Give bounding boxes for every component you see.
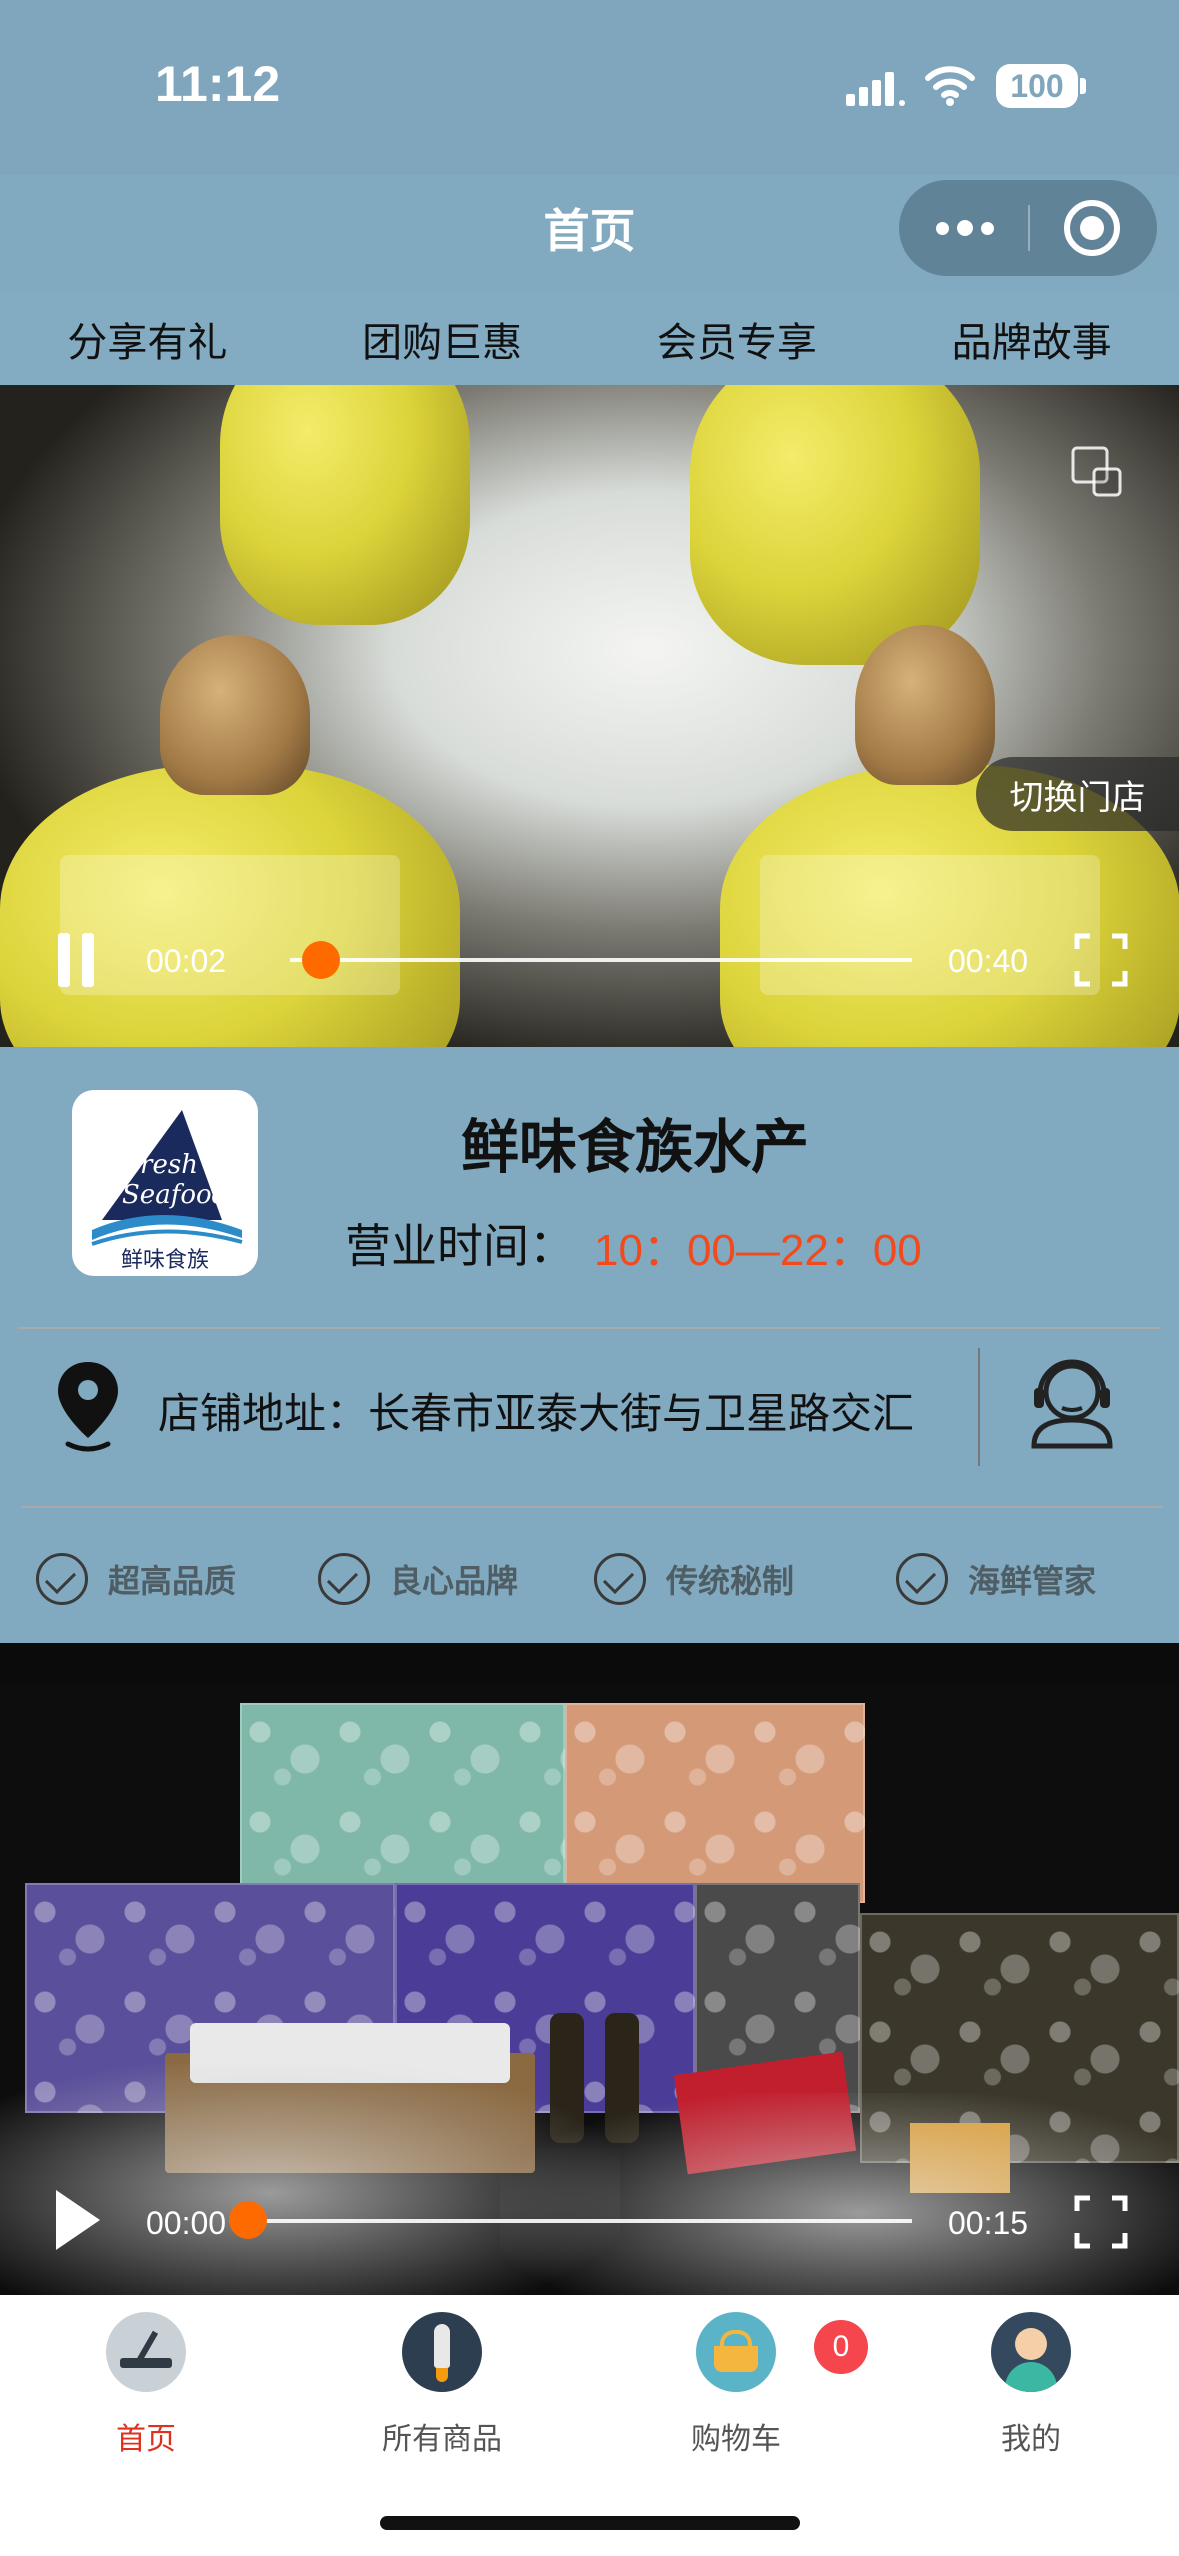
category-tabs: 分享有礼 团购巨惠 会员专享 品牌故事 <box>0 293 1179 385</box>
tabbar-item-profile[interactable]: 我的 <box>941 2312 1121 2458</box>
fullscreen-icon[interactable] <box>1074 933 1128 987</box>
tab-brand-story[interactable]: 品牌故事 <box>884 293 1179 385</box>
feature-label: 超高品质 <box>108 1562 237 1600</box>
close-icon[interactable] <box>1064 200 1120 256</box>
switch-store-button[interactable]: 切换门店 <box>976 757 1179 831</box>
home-icon <box>106 2312 186 2392</box>
tabbar-item-cart[interactable]: 购物车 <box>646 2312 826 2458</box>
home-indicator <box>380 2516 800 2530</box>
cart-count-badge: 0 <box>814 2320 868 2374</box>
divider <box>18 1327 1161 1329</box>
cart-icon <box>696 2312 776 2392</box>
video1-progress-track[interactable] <box>290 958 912 962</box>
vertical-divider <box>978 1348 980 1466</box>
battery-indicator: 100 <box>996 64 1078 108</box>
tab-share-gift[interactable]: 分享有礼 <box>0 293 295 385</box>
tabbar-item-all-products[interactable]: 所有商品 <box>352 2312 532 2458</box>
jar-label <box>760 855 1100 995</box>
tab-group-buy[interactable]: 团购巨惠 <box>295 293 590 385</box>
battery-tip <box>1080 78 1086 94</box>
feature-seafood-butler: 海鲜管家 <box>896 1553 1096 1605</box>
video2-progress-knob[interactable] <box>229 2201 267 2239</box>
divider <box>22 1506 1163 1508</box>
check-circle-icon <box>594 1553 646 1605</box>
feature-label: 传统秘制 <box>666 1562 795 1600</box>
logo-text-cn: 鲜味食族 <box>120 1248 209 1273</box>
hours-value: 10：00—22：00 <box>594 1226 922 1275</box>
customer-service-icon[interactable] <box>1022 1350 1122 1450</box>
video1-progress-knob[interactable] <box>302 941 341 979</box>
product-jar-image <box>220 385 470 625</box>
signal-icon <box>846 72 905 106</box>
rocket-icon <box>402 2312 482 2392</box>
video1-current-time: 00:02 <box>146 943 227 979</box>
hours-label: 营业时间： <box>345 1219 575 1273</box>
check-circle-icon <box>896 1553 948 1605</box>
buddha-lid-image <box>855 625 995 785</box>
feature-high-quality: 超高品质 <box>36 1553 236 1605</box>
product-jar-image <box>690 385 980 665</box>
gift-box-image <box>240 1703 565 1903</box>
store-name: 鲜味食族水产 <box>460 1113 809 1181</box>
store-address[interactable]: 店铺地址：长春市亚泰大街与卫星路交汇 <box>158 1380 918 1441</box>
smoke-effect <box>500 2093 1179 2295</box>
gift-box-image <box>565 1703 865 1903</box>
tab-member-exclusive[interactable]: 会员专享 <box>590 293 885 385</box>
tabbar-label: 首页 <box>116 2422 176 2457</box>
capsule-divider <box>1028 205 1030 251</box>
tabbar-label: 所有商品 <box>382 2422 502 2457</box>
video2-progress-track[interactable] <box>248 2219 912 2223</box>
fullscreen-icon[interactable] <box>1074 2195 1128 2249</box>
status-time: 11:12 <box>155 56 281 112</box>
feature-traditional-recipe: 传统秘制 <box>594 1553 794 1605</box>
picture-in-picture-icon[interactable] <box>1070 445 1124 499</box>
feature-conscience-brand: 良心品牌 <box>318 1553 518 1605</box>
video2-current-time: 00:00 <box>146 2205 227 2241</box>
tabbar-item-home[interactable]: 首页 <box>56 2312 236 2458</box>
check-circle-icon <box>318 1553 370 1605</box>
feature-label: 海鲜管家 <box>968 1562 1097 1600</box>
buddha-lid-image <box>160 635 310 795</box>
check-circle-icon <box>36 1553 88 1605</box>
profile-icon <box>991 2312 1071 2392</box>
video2-duration: 00:15 <box>948 2205 1029 2241</box>
pause-icon[interactable] <box>58 933 70 987</box>
location-pin-icon[interactable] <box>54 1358 122 1454</box>
wifi-icon <box>925 66 975 106</box>
feature-label: 良心品牌 <box>390 1562 519 1600</box>
video-letterbox <box>0 1643 1179 1683</box>
pause-icon[interactable] <box>82 933 94 987</box>
product-video-player[interactable] <box>0 1643 1179 2295</box>
tabbar-label: 购物车 <box>691 2422 781 2457</box>
tabbar-label: 我的 <box>1001 2422 1061 2457</box>
more-icon[interactable] <box>935 210 995 246</box>
video1-duration: 00:40 <box>948 943 1029 979</box>
play-icon[interactable] <box>56 2190 100 2250</box>
jar-label <box>60 855 400 995</box>
